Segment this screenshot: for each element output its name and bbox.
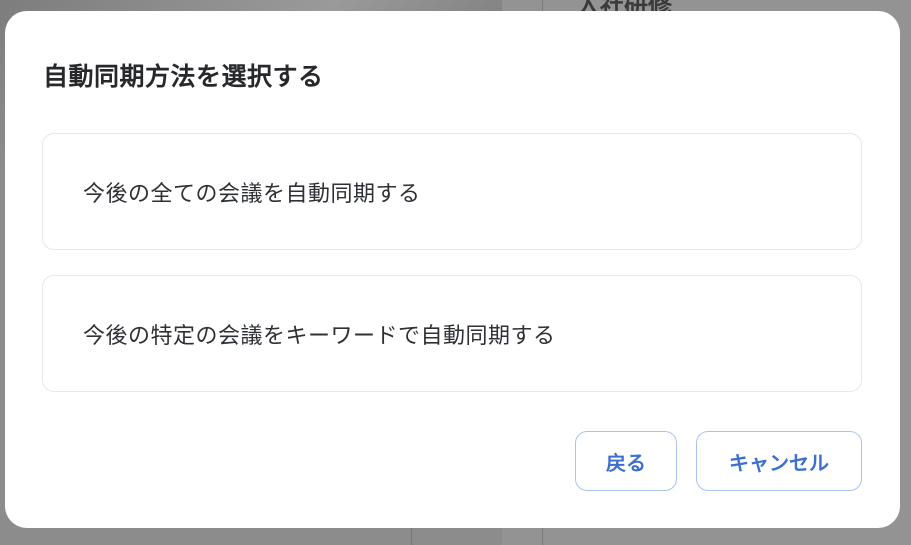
sync-method-dialog: 自動同期方法を選択する 今後の全ての会議を自動同期する 今後の特定の会議をキーワ… (5, 11, 900, 528)
option-sync-by-keyword[interactable]: 今後の特定の会議をキーワードで自動同期する (42, 275, 862, 392)
option-label: 今後の全ての会議を自動同期する (83, 181, 421, 207)
dialog-title: 自動同期方法を選択する (43, 62, 324, 91)
back-button[interactable]: 戻る (575, 431, 677, 491)
option-sync-all-meetings[interactable]: 今後の全ての会議を自動同期する (42, 133, 862, 250)
cancel-button[interactable]: キャンセル (696, 431, 862, 491)
option-label: 今後の特定の会議をキーワードで自動同期する (83, 323, 556, 349)
